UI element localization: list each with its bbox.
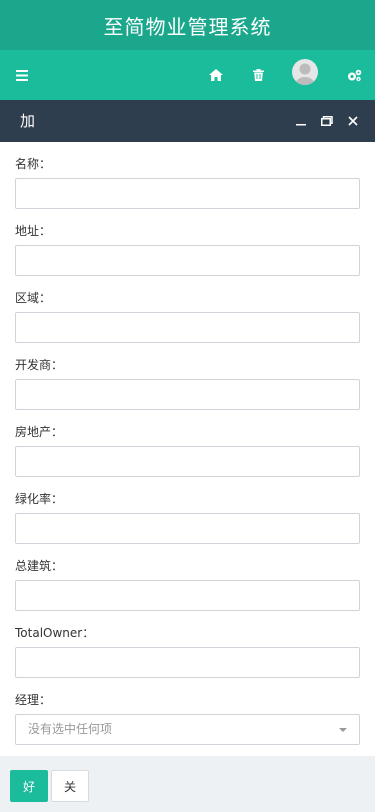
manager-field-group: 经理： 没有选中任何项 (15, 692, 360, 745)
name-input[interactable] (15, 178, 360, 209)
toolbar (0, 50, 375, 100)
developer-label: 开发商： (15, 358, 64, 372)
green-rate-field-group: 绿化率： (15, 491, 360, 544)
dialog-body: 名称： 地址： 区域： 开发商： 房地产： 绿化率： 总建筑： TotalOwn… (0, 142, 375, 770)
settings-icon[interactable] (343, 50, 365, 100)
maximize-icon[interactable] (318, 100, 336, 142)
close-button[interactable]: 关 (51, 770, 89, 802)
dialog-footer: 好 关 (0, 756, 375, 812)
total-building-label: 总建筑： (15, 559, 64, 573)
address-field-group: 地址： (15, 223, 360, 276)
menu-icon[interactable] (12, 50, 32, 100)
manager-label: 经理： (15, 693, 52, 707)
region-input[interactable] (15, 312, 360, 343)
green-rate-label: 绿化率： (15, 492, 64, 506)
total-owner-label: TotalOwner： (15, 626, 95, 640)
total-building-field-group: 总建筑： (15, 558, 360, 611)
total-owner-input[interactable] (15, 647, 360, 678)
add-dialog: 加 名称： 地址： 区域： 开发商： 房地产： 绿化率： 总建筑： TotalO… (0, 100, 375, 812)
real-estate-input[interactable] (15, 446, 360, 477)
avatar[interactable] (292, 59, 318, 85)
developer-input[interactable] (15, 379, 360, 410)
total-owner-field-group: TotalOwner： (15, 625, 360, 678)
home-icon[interactable] (206, 50, 226, 100)
name-label: 名称： (15, 157, 52, 171)
region-label: 区域： (15, 291, 52, 305)
developer-field-group: 开发商： (15, 357, 360, 410)
dialog-header[interactable]: 加 (0, 100, 375, 142)
app-title: 至简物业管理系统 (103, 14, 272, 39)
address-input[interactable] (15, 245, 360, 276)
name-field-group: 名称： (15, 156, 360, 209)
manager-select[interactable]: 没有选中任何项 (15, 714, 360, 745)
manager-select-placeholder: 没有选中任何项 (28, 722, 113, 736)
close-icon[interactable] (344, 100, 362, 142)
chevron-down-icon (339, 728, 347, 732)
trash-icon[interactable] (248, 50, 268, 100)
minimize-icon[interactable] (292, 100, 310, 142)
region-field-group: 区域： (15, 290, 360, 343)
real-estate-field-group: 房地产： (15, 424, 360, 477)
dialog-title: 加 (20, 112, 36, 130)
ok-button[interactable]: 好 (10, 770, 48, 802)
address-label: 地址： (15, 224, 52, 238)
app-header: 至简物业管理系统 (0, 0, 375, 50)
total-building-input[interactable] (15, 580, 360, 611)
real-estate-label: 房地产： (15, 425, 64, 439)
green-rate-input[interactable] (15, 513, 360, 544)
